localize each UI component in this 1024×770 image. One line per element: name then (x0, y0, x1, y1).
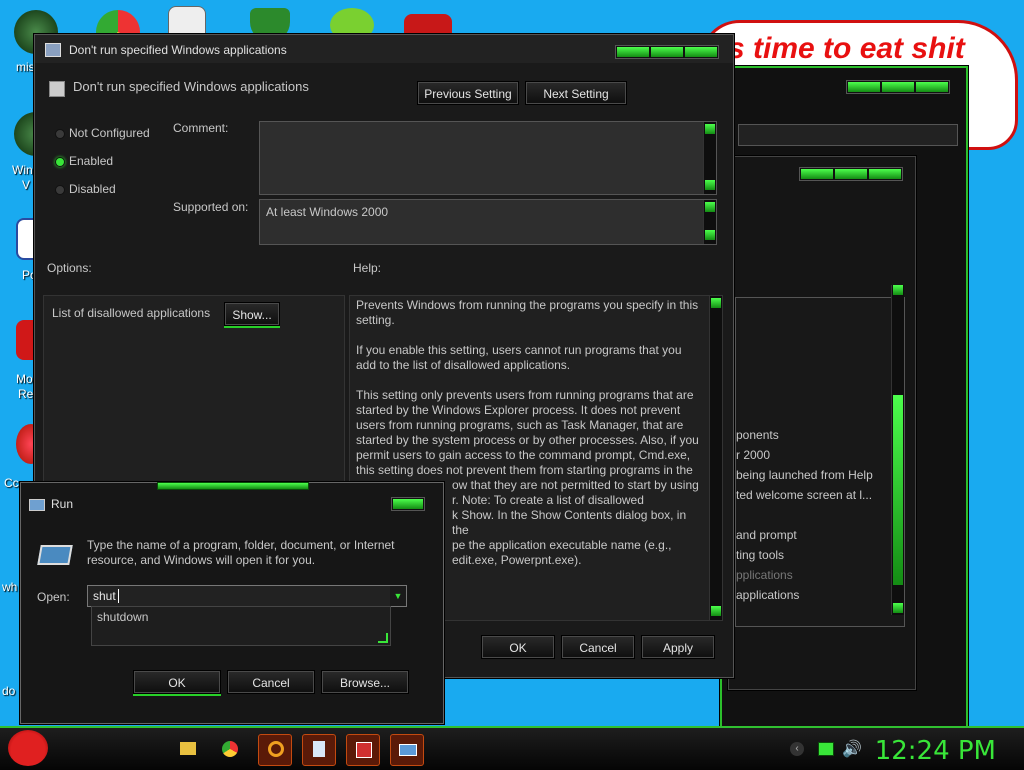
radio-not-configured[interactable] (55, 129, 65, 139)
tray-volume-icon[interactable]: 🔊 (842, 739, 862, 759)
ok-button[interactable]: OK (481, 635, 555, 659)
disallowed-list-label: List of disallowed applications (52, 306, 211, 320)
run-browse-button[interactable]: Browse... (321, 670, 409, 694)
window-controls[interactable] (846, 80, 950, 94)
scroll-down-button[interactable] (705, 180, 715, 190)
list-item[interactable]: applications (736, 588, 799, 602)
help-paragraph: If you enable this setting, users cannot… (356, 343, 682, 372)
speech-bubble-text: s time to eat shit (728, 32, 965, 65)
help-paragraph: r. Note: To create a list of disallowed (452, 493, 644, 507)
policy-setting-icon (49, 81, 65, 97)
cancel-button[interactable]: Cancel (561, 635, 635, 659)
list-item[interactable]: being launched from Help (736, 468, 873, 482)
autocomplete-dropdown[interactable]: shutdown (91, 606, 391, 646)
scroll-up-button[interactable] (711, 298, 721, 308)
open-label: Open: (37, 590, 70, 604)
previous-setting-button[interactable]: Previous Setting (417, 81, 519, 105)
desktop-icon-label: Cc (4, 476, 19, 490)
comment-scrollbar[interactable] (703, 122, 716, 194)
list-item[interactable]: ted welcome screen at l... (736, 488, 872, 502)
taskbar-policy-icon[interactable] (346, 734, 380, 766)
scroll-down-button[interactable] (893, 603, 903, 613)
taskbar-chrome-icon[interactable] (214, 734, 246, 764)
desktop-icon-label: do (2, 684, 16, 698)
list-item[interactable]: ponents (736, 428, 779, 442)
close-button[interactable] (391, 497, 425, 511)
policy-window-title: Don't run specified Windows applications (69, 43, 287, 57)
show-button[interactable]: Show... (224, 302, 280, 326)
window-controls[interactable] (799, 167, 903, 181)
taskbar-run-icon[interactable] (390, 734, 424, 766)
run-program-icon (37, 545, 73, 565)
supported-scrollbar[interactable] (703, 200, 716, 244)
desktop-icon-label: Win (12, 163, 33, 177)
back-list-scrollbar[interactable] (891, 285, 904, 615)
help-scrollbar[interactable] (709, 296, 722, 620)
scroll-thumb[interactable] (893, 395, 903, 585)
run-dialog-title: Run (51, 497, 74, 511)
help-label: Help: (353, 261, 382, 275)
radio-enabled[interactable] (55, 157, 65, 167)
list-item[interactable]: ting tools (736, 548, 784, 562)
back-window-bar (738, 124, 958, 146)
list-item[interactable]: r 2000 (736, 448, 770, 462)
desktop-icon-label: mis (16, 60, 35, 74)
run-description: Type the name of a program, folder, docu… (87, 538, 395, 567)
list-item[interactable]: and prompt (736, 528, 797, 542)
policy-heading: Don't run specified Windows applications (73, 79, 309, 94)
options-label: Options: (47, 261, 92, 275)
run-icon (29, 499, 45, 511)
help-paragraph: edit.exe, Powerpnt.exe). (452, 553, 582, 567)
supported-on-value: At least Windows 2000 (266, 205, 389, 219)
policy-window-icon (45, 43, 61, 57)
tray-network-icon[interactable] (818, 742, 834, 756)
window-controls[interactable] (615, 45, 719, 59)
help-paragraph: pe the application executable name (e.g.… (452, 538, 672, 552)
help-paragraph: ow that they are not permitted to start … (452, 478, 699, 492)
scroll-down-button[interactable] (705, 230, 715, 240)
radio-not-configured-label[interactable]: Not Configured (69, 126, 150, 140)
run-cancel-button[interactable]: Cancel (227, 670, 315, 694)
back-list-panel: ponents r 2000 being launched from Help … (735, 297, 905, 627)
supported-on-field: At least Windows 2000 (259, 199, 717, 245)
run-dialog[interactable]: Run Type the name of a program, folder, … (20, 482, 444, 724)
text-caret (118, 589, 119, 603)
taskbar-clock[interactable]: 12:24 PM (875, 736, 996, 766)
autocomplete-suggestion[interactable]: shutdown (97, 610, 148, 624)
help-paragraph: k Show. In the Show Contents dialog box,… (452, 508, 687, 537)
scroll-up-button[interactable] (893, 285, 903, 295)
radio-enabled-label[interactable]: Enabled (69, 154, 113, 168)
radio-disabled-label[interactable]: Disabled (69, 182, 116, 196)
help-paragraph: Prevents Windows from running the progra… (356, 298, 699, 327)
taskbar-folder-icon[interactable] (172, 734, 204, 764)
scroll-down-button[interactable] (711, 606, 721, 616)
apply-button[interactable]: Apply (641, 635, 715, 659)
supported-on-label: Supported on: (173, 200, 249, 214)
policy-titlebar[interactable]: Don't run specified Windows applications (35, 35, 733, 63)
taskbar-search-icon[interactable] (258, 734, 292, 766)
radio-disabled[interactable] (55, 185, 65, 195)
run-ok-button[interactable]: OK (133, 670, 221, 694)
desktop-icon-label: wh (2, 580, 18, 594)
list-item[interactable]: pplications (736, 568, 793, 582)
taskbar-notepad-icon[interactable] (302, 734, 336, 766)
start-button-angry-bird-icon[interactable] (8, 730, 48, 766)
next-setting-button[interactable]: Next Setting (525, 81, 627, 105)
run-dialog-accent (157, 482, 309, 490)
back-dialog-window[interactable]: ponents r 2000 being launched from Help … (728, 156, 916, 690)
resize-grip-icon (378, 633, 388, 643)
desktop-icon-label: Re (18, 387, 34, 401)
tray-arrow-icon[interactable]: ‹ (790, 742, 804, 756)
desktop-icon-label: Mo (16, 372, 33, 386)
help-paragraph: This setting only prevents users from ru… (356, 388, 699, 477)
taskbar: ‹ 🔊 12:24 PM (0, 726, 1024, 770)
dropdown-arrow-icon[interactable]: ▼ (390, 586, 406, 606)
comment-field[interactable] (259, 121, 717, 195)
open-input-value: shut (93, 589, 116, 603)
comment-label: Comment: (173, 121, 229, 135)
desktop-icon-label: V (22, 178, 31, 192)
scroll-up-button[interactable] (705, 124, 715, 134)
scroll-up-button[interactable] (705, 202, 715, 212)
open-input[interactable]: shut ▼ (87, 585, 407, 607)
